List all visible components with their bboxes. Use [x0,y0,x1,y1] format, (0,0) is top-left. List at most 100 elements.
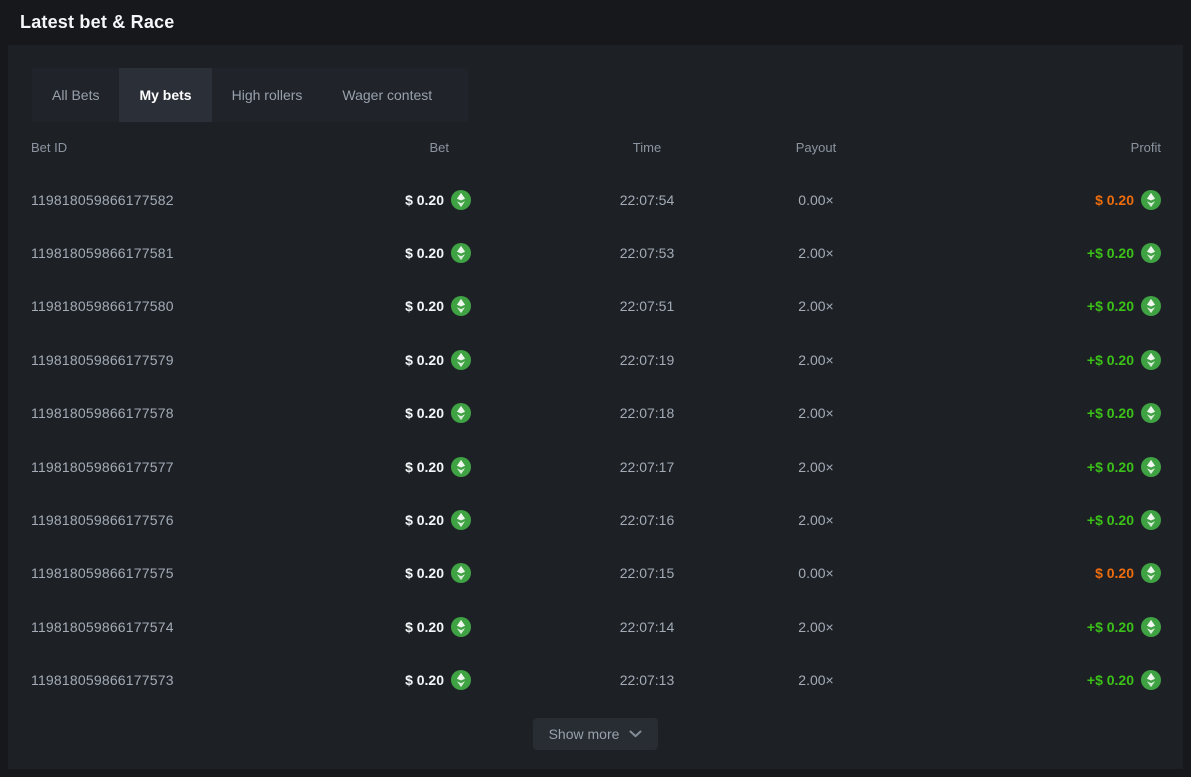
tab-all-bets[interactable]: All Bets [32,68,119,122]
section-header: Latest bet & Race [0,0,1191,45]
bet-table-row[interactable]: 119818059866177574 $ 0.20 22:07:14 2.00×… [31,600,1161,653]
profit-cell: +$ 0.20 [1087,617,1161,637]
bet-amount-value: $ 0.20 [405,352,444,368]
payout-cell: 2.00× [798,512,833,528]
profit-value: +$ 0.20 [1087,405,1134,421]
profit-value: +$ 0.20 [1087,672,1134,688]
bet-amount-cell: $ 0.20 [405,190,471,210]
header-bet-id: Bet ID [31,140,371,155]
bet-amount-value: $ 0.20 [405,619,444,635]
bet-amount-value: $ 0.20 [405,405,444,421]
tab-label: High rollers [232,87,303,103]
time-cell: 22:07:51 [620,298,675,314]
page-title: Latest bet & Race [20,12,174,33]
bet-table-row[interactable]: 119818059866177579 $ 0.20 22:07:19 2.00×… [31,333,1161,386]
profit-cell: +$ 0.20 [1087,350,1161,370]
time-cell: 22:07:53 [620,245,675,261]
time-cell: 22:07:19 [620,352,675,368]
etc-coin-icon [451,296,471,316]
bet-id-cell: 119818059866177574 [31,619,174,635]
etc-coin-icon [451,617,471,637]
payout-cell: 0.00× [798,192,833,208]
tab-label: All Bets [52,87,99,103]
etc-coin-icon [1141,403,1161,423]
bet-id-cell: 119818059866177581 [31,245,174,261]
payout-cell: 2.00× [798,459,833,475]
etc-coin-icon [451,457,471,477]
bet-amount-cell: $ 0.20 [405,617,471,637]
bet-table-row[interactable]: 119818059866177580 $ 0.20 22:07:51 2.00×… [31,280,1161,333]
profit-value: +$ 0.20 [1087,245,1134,261]
profit-value: $ 0.20 [1095,192,1134,208]
header-bet: Bet [429,140,471,155]
etc-coin-icon [451,243,471,263]
bet-id-cell: 119818059866177579 [31,352,174,368]
bet-amount-value: $ 0.20 [405,672,444,688]
etc-coin-icon [451,563,471,583]
table-body: 119818059866177582 $ 0.20 22:07:54 0.00×… [31,173,1161,707]
bet-id-cell: 119818059866177582 [31,192,174,208]
show-more-container: Show more [8,718,1183,750]
profit-value: +$ 0.20 [1087,352,1134,368]
bets-table: Bet ID Bet Time Payout Profit 1198180598… [31,122,1161,707]
time-cell: 22:07:15 [620,565,675,581]
bet-amount-cell: $ 0.20 [405,350,471,370]
bet-id-cell: 119818059866177575 [31,565,174,581]
bet-table-row[interactable]: 119818059866177573 $ 0.20 22:07:13 2.00×… [31,654,1161,707]
bet-table-row[interactable]: 119818059866177581 $ 0.20 22:07:53 2.00×… [31,226,1161,279]
etc-coin-icon [1141,350,1161,370]
header-payout: Payout [796,140,836,155]
profit-cell: +$ 0.20 [1087,670,1161,690]
tab-high-rollers[interactable]: High rollers [212,68,323,122]
payout-cell: 2.00× [798,298,833,314]
bet-id-cell: 119818059866177580 [31,298,174,314]
show-more-button[interactable]: Show more [533,718,659,750]
payout-cell: 2.00× [798,672,833,688]
profit-cell: +$ 0.20 [1087,403,1161,423]
profit-value: $ 0.20 [1095,565,1134,581]
payout-cell: 2.00× [798,619,833,635]
bet-amount-value: $ 0.20 [405,245,444,261]
time-cell: 22:07:17 [620,459,675,475]
profit-value: +$ 0.20 [1087,459,1134,475]
etc-coin-icon [1141,296,1161,316]
tab-label: Wager contest [342,87,432,103]
bet-amount-cell: $ 0.20 [405,563,471,583]
profit-cell: +$ 0.20 [1087,457,1161,477]
time-cell: 22:07:16 [620,512,675,528]
time-cell: 22:07:13 [620,672,675,688]
bet-id-cell: 119818059866177578 [31,405,174,421]
tab-label: My bets [139,87,191,103]
bet-table-row[interactable]: 119818059866177582 $ 0.20 22:07:54 0.00×… [31,173,1161,226]
bets-tabbar: All Bets My bets High rollers Wager cont… [32,68,468,122]
etc-coin-icon [451,350,471,370]
bet-id-cell: 119818059866177577 [31,459,174,475]
bet-amount-value: $ 0.20 [405,565,444,581]
etc-coin-icon [1141,563,1161,583]
bet-amount-cell: $ 0.20 [405,243,471,263]
profit-cell: +$ 0.20 [1087,510,1161,530]
header-profit: Profit [1131,140,1161,155]
bet-amount-value: $ 0.20 [405,512,444,528]
bet-table-row[interactable]: 119818059866177577 $ 0.20 22:07:17 2.00×… [31,440,1161,493]
bet-table-row[interactable]: 119818059866177576 $ 0.20 22:07:16 2.00×… [31,493,1161,546]
bet-table-row[interactable]: 119818059866177578 $ 0.20 22:07:18 2.00×… [31,387,1161,440]
etc-coin-icon [451,510,471,530]
etc-coin-icon [1141,190,1161,210]
etc-coin-icon [1141,510,1161,530]
bet-table-row[interactable]: 119818059866177575 $ 0.20 22:07:15 0.00×… [31,547,1161,600]
profit-cell: +$ 0.20 [1087,243,1161,263]
table-header-row: Bet ID Bet Time Payout Profit [31,122,1161,173]
chevron-down-icon [629,730,642,738]
tab-wager-contest[interactable]: Wager contest [322,68,452,122]
etc-coin-icon [1141,457,1161,477]
profit-value: +$ 0.20 [1087,298,1134,314]
payout-cell: 0.00× [798,565,833,581]
tab-my-bets[interactable]: My bets [119,68,211,122]
bet-amount-value: $ 0.20 [405,298,444,314]
time-cell: 22:07:14 [620,619,675,635]
bet-amount-value: $ 0.20 [405,459,444,475]
bet-id-cell: 119818059866177576 [31,512,174,528]
bet-amount-cell: $ 0.20 [405,670,471,690]
bet-amount-cell: $ 0.20 [405,457,471,477]
